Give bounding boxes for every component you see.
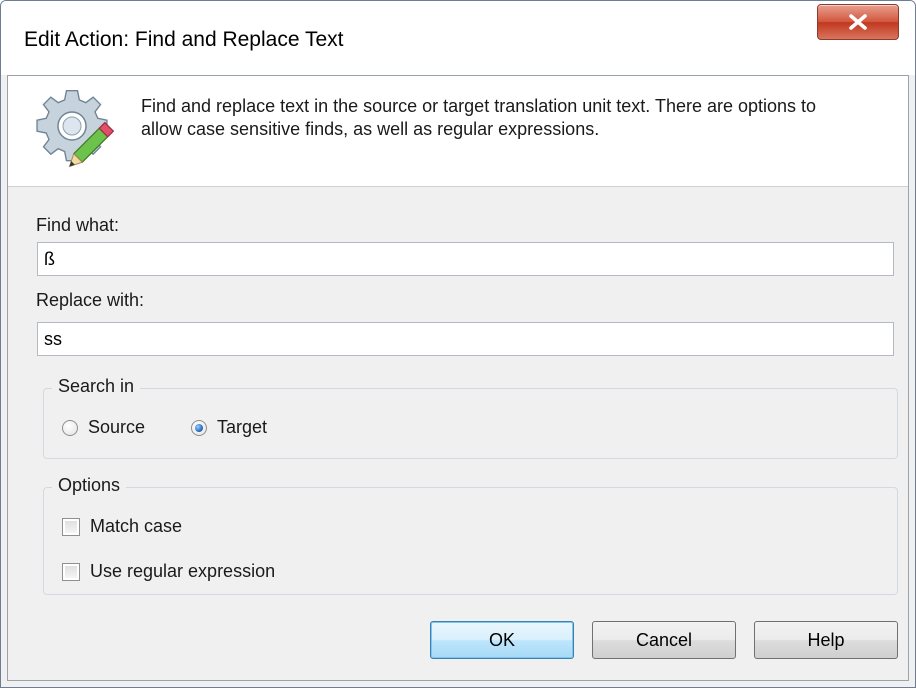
- options-title: Options: [52, 475, 127, 496]
- find-what-label: Find what:: [36, 215, 120, 235]
- ok-button[interactable]: OK: [430, 621, 574, 659]
- options-group: Options Match case Use regular expressio…: [43, 475, 898, 595]
- description-panel: Find and replace text in the source or t…: [8, 76, 908, 187]
- dialog-window: Edit Action: Find and Replace Text Find …: [0, 0, 916, 688]
- dialog-body: Find and replace text in the source or t…: [7, 75, 909, 681]
- regex-label: Use regular expression: [90, 561, 276, 581]
- cancel-button[interactable]: Cancel: [592, 621, 736, 659]
- regex-option[interactable]: Use regular expression: [62, 561, 275, 582]
- regex-checkbox[interactable]: [62, 562, 80, 581]
- replace-with-label: Replace with:: [36, 290, 145, 310]
- match-case-checkbox[interactable]: [62, 517, 80, 536]
- title-bar[interactable]: Edit Action: Find and Replace Text: [1, 1, 915, 75]
- match-case-option[interactable]: Match case: [62, 516, 182, 537]
- find-what-input[interactable]: [37, 242, 894, 276]
- description-text: Find and replace text in the source or t…: [141, 96, 817, 139]
- target-radio-label: Target: [217, 417, 268, 437]
- close-button[interactable]: [817, 4, 899, 40]
- target-radio-option[interactable]: Target: [191, 417, 267, 438]
- source-radio[interactable]: [62, 419, 78, 436]
- gear-pencil-icon: [34, 88, 118, 173]
- source-radio-label: Source: [88, 417, 146, 437]
- window-title: Edit Action: Find and Replace Text: [24, 28, 344, 51]
- replace-with-input[interactable]: [37, 322, 894, 356]
- target-radio[interactable]: [191, 419, 207, 436]
- match-case-label: Match case: [90, 516, 183, 536]
- close-icon: [849, 14, 867, 30]
- search-in-group: Search in Source Target: [43, 376, 898, 459]
- help-button[interactable]: Help: [754, 621, 898, 659]
- search-in-title: Search in: [52, 376, 141, 397]
- source-radio-option[interactable]: Source: [62, 417, 145, 438]
